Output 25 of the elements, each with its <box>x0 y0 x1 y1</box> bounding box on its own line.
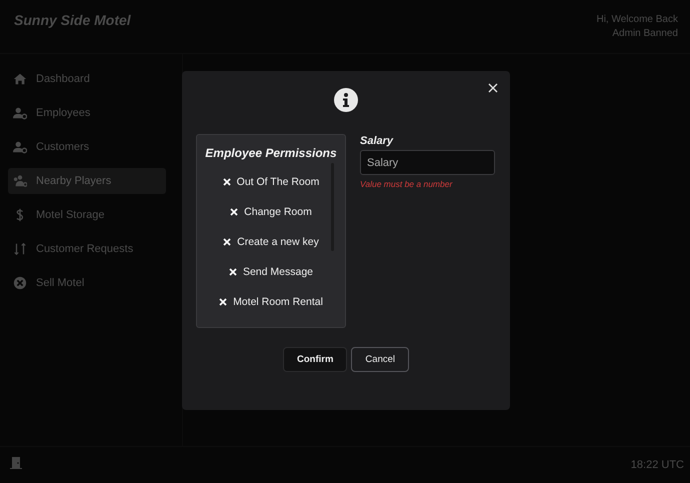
error-message: Value must be a number <box>360 179 454 189</box>
close-button[interactable] <box>486 81 500 95</box>
info-icon <box>334 88 358 112</box>
permission-item[interactable]: Change Room <box>230 197 312 227</box>
greeting-text: Hi, Welcome Back <box>596 14 678 25</box>
group-icon <box>13 174 27 188</box>
clock-text: 18:22 UTC <box>630 459 684 471</box>
cancel-button[interactable]: Cancel <box>351 347 409 372</box>
app-title: Sunny Side Motel <box>14 12 131 30</box>
close-icon <box>486 81 500 95</box>
user-icon <box>13 140 27 154</box>
permission-item[interactable]: Out Of The Room <box>222 167 320 197</box>
permission-item[interactable]: Create a new key <box>223 227 319 257</box>
salary-field[interactable]: Salary <box>360 150 495 175</box>
panel-title: Employee Permissions <box>205 146 337 160</box>
confirm-button[interactable]: Confirm <box>283 347 348 372</box>
arrows-icon <box>13 242 27 256</box>
close-circle-icon <box>13 276 27 290</box>
permission-item[interactable]: Send Message <box>228 257 314 287</box>
door-icon[interactable] <box>9 456 23 470</box>
user-icon <box>13 106 27 120</box>
user-name: Admin Banned <box>612 28 678 39</box>
field-label: Salary <box>360 135 394 147</box>
home-icon <box>13 72 27 86</box>
permission-item[interactable]: Motel Room Rental <box>219 287 323 317</box>
